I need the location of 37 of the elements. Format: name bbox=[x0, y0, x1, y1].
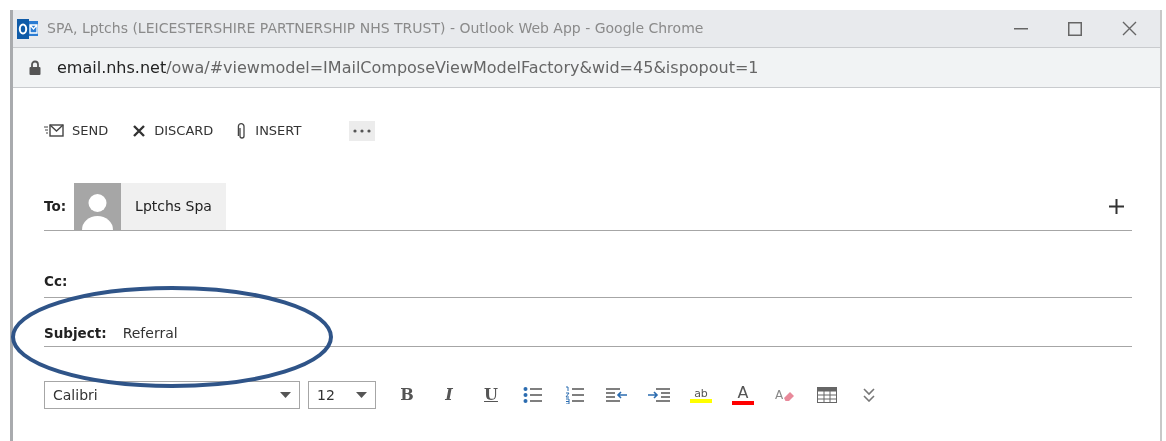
highlight-button[interactable]: ab bbox=[682, 381, 720, 409]
cc-label: Cc: bbox=[44, 271, 68, 291]
maximize-icon[interactable] bbox=[1068, 21, 1082, 36]
window-title: SPA, Lptchs (LEICESTERSHIRE PARTNERSHIP NHS TRUST) - Outlook Web App - Google Chrome bbox=[47, 19, 704, 38]
minimize-icon[interactable] bbox=[1014, 27, 1028, 30]
close-icon bbox=[132, 124, 147, 138]
outdent-icon bbox=[606, 388, 628, 402]
outlook-logo-icon bbox=[17, 18, 39, 39]
send-icon bbox=[44, 124, 64, 138]
numbered-list-icon bbox=[565, 386, 585, 404]
ellipsis-icon bbox=[353, 129, 372, 133]
recipient-chip[interactable]: Lptchs Spa bbox=[74, 183, 226, 230]
font-size-dropdown[interactable]: 12 bbox=[308, 381, 376, 409]
send-button[interactable]: SEND bbox=[44, 121, 109, 141]
indent-icon bbox=[648, 388, 670, 402]
lock-icon bbox=[29, 60, 41, 75]
subject-field[interactable]: Referral bbox=[122, 322, 178, 344]
font-dropdown[interactable]: Calibri bbox=[44, 381, 300, 409]
insert-button[interactable]: INSERT bbox=[237, 121, 302, 141]
close-icon[interactable] bbox=[1121, 21, 1137, 36]
discard-button[interactable]: DISCARD bbox=[132, 121, 214, 141]
add-icon[interactable] bbox=[1109, 199, 1124, 214]
subject-label: Subject: bbox=[44, 323, 107, 343]
more-button[interactable] bbox=[349, 121, 376, 141]
clear-format-button[interactable]: A bbox=[766, 381, 804, 409]
table-icon bbox=[817, 387, 837, 403]
caret-icon bbox=[280, 392, 291, 398]
font-color-button[interactable]: A bbox=[724, 381, 762, 409]
to-label: To: bbox=[44, 197, 67, 217]
bullet-list-icon bbox=[523, 386, 543, 404]
caret-icon bbox=[356, 392, 367, 398]
bold-button[interactable]: B bbox=[388, 381, 426, 409]
italic-button[interactable]: I bbox=[430, 381, 468, 409]
underline-button[interactable]: U bbox=[472, 381, 510, 409]
paperclip-icon bbox=[237, 122, 248, 140]
double-chevron-icon bbox=[863, 388, 875, 402]
eraser-icon bbox=[783, 391, 796, 401]
